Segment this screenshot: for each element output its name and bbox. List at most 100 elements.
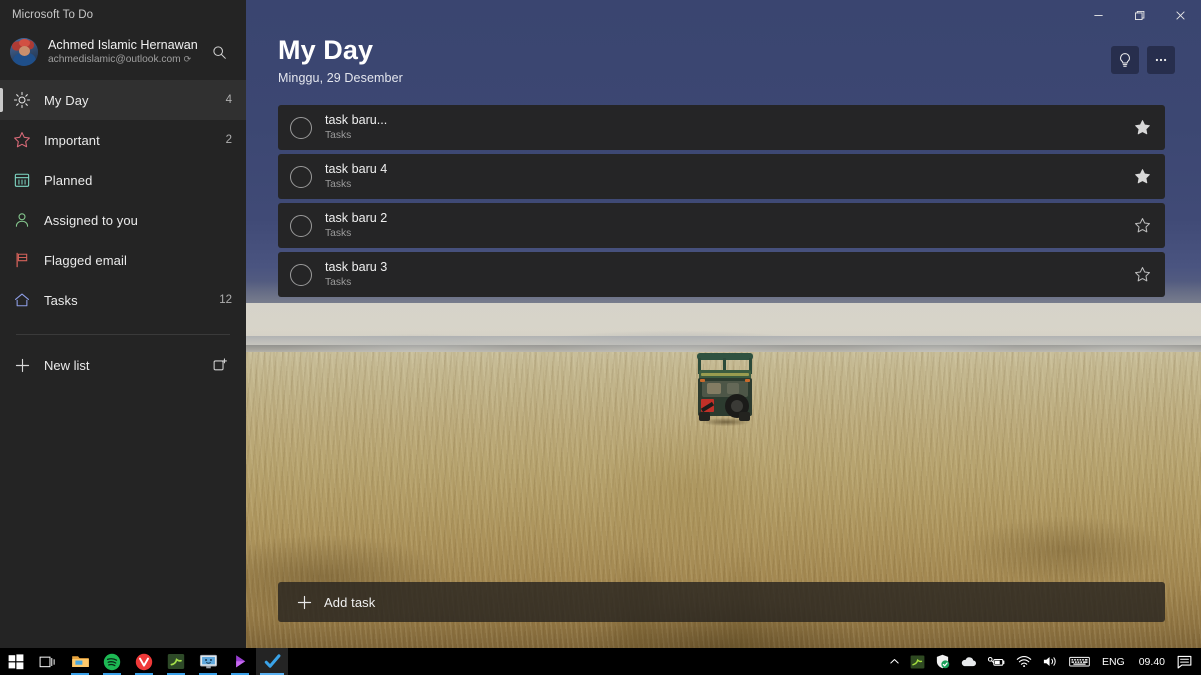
new-group-icon — [213, 358, 227, 371]
task-checkbox[interactable] — [290, 214, 312, 237]
account-name: Achmed Islamic Hernawan — [48, 38, 198, 53]
person-icon — [0, 211, 44, 229]
search-button[interactable] — [204, 37, 234, 67]
sidebar-item-label: Important — [44, 132, 100, 148]
clock[interactable]: 09.40 — [1132, 648, 1172, 675]
star-filled-icon — [1134, 120, 1150, 135]
sidebar-item-planned[interactable]: Planned — [0, 160, 246, 200]
account-email: achmedislamic@outlook.com ⟳ — [48, 54, 204, 66]
main-pane: My Day Minggu, 29 Desember task baru... … — [246, 0, 1201, 648]
task-view-icon — [39, 656, 55, 667]
window-controls — [1078, 0, 1201, 30]
minimize-button[interactable] — [1078, 0, 1119, 30]
task-important-toggle[interactable] — [1127, 113, 1157, 143]
sidebar-item-count: 2 — [225, 134, 232, 146]
spotify-icon — [103, 653, 121, 670]
sidebar-item-tasks[interactable]: Tasks 12 — [0, 280, 246, 320]
close-button[interactable] — [1160, 0, 1201, 30]
task-row[interactable]: task baru 4 Tasks — [278, 154, 1165, 199]
sidebar-item-count: 4 — [225, 94, 232, 106]
sun-icon — [0, 91, 44, 109]
security-tray-button[interactable] — [930, 648, 955, 675]
star-filled-icon — [1134, 169, 1150, 184]
screen: Microsoft To Do Achmed Islamic Hernawan … — [0, 0, 1201, 675]
language-indicator[interactable]: ENG — [1095, 648, 1132, 675]
onedrive-tray-button[interactable] — [955, 648, 982, 675]
lightbulb-icon — [1120, 53, 1130, 67]
vivaldi-button[interactable] — [128, 648, 160, 675]
keyboard-icon — [1069, 656, 1090, 667]
task-checkbox[interactable] — [290, 116, 312, 139]
task-title: task baru 2 — [325, 211, 388, 225]
task-row[interactable]: task baru 2 Tasks — [278, 203, 1165, 248]
star-icon — [0, 131, 44, 149]
system-tray: ENG 09.40 — [884, 648, 1201, 675]
account-text: Achmed Islamic Hernawan achmedislamic@ou… — [48, 38, 204, 65]
task-title: task baru 4 — [325, 162, 388, 176]
sidebar-item-assigned-to-you[interactable]: Assigned to you — [0, 200, 246, 240]
battery-icon — [987, 656, 1005, 666]
cloud-icon — [961, 657, 976, 667]
battery-tray-button[interactable] — [982, 648, 1011, 675]
monitor-app-button[interactable] — [192, 648, 224, 675]
search-icon — [212, 45, 226, 59]
star-outline-icon — [1134, 218, 1150, 233]
network-tray-button[interactable] — [1011, 648, 1037, 675]
vivaldi-icon — [135, 653, 153, 670]
suggestions-button[interactable] — [1111, 46, 1139, 74]
task-list-name: Tasks — [325, 276, 352, 288]
media-app-button[interactable] — [224, 648, 256, 675]
todo-check-icon — [264, 654, 280, 668]
jeep-illustration — [689, 352, 761, 432]
new-list-label: New list — [44, 357, 90, 373]
task-view-button[interactable] — [32, 648, 64, 675]
sync-icon: ⟳ — [183, 53, 192, 64]
speaker-icon — [1043, 657, 1056, 666]
purple-play-icon — [235, 655, 245, 668]
task-list-name: Tasks — [325, 178, 352, 190]
add-task-button[interactable]: Add task — [278, 582, 1165, 622]
task-important-toggle[interactable] — [1127, 260, 1157, 290]
notifications-button[interactable] — [1172, 648, 1197, 675]
sidebar-item-important[interactable]: Important 2 — [0, 120, 246, 160]
account-email-text: achmedislamic@outlook.com — [48, 53, 181, 65]
task-list-name: Tasks — [325, 129, 352, 141]
sidebar-item-flagged-email[interactable]: Flagged email — [0, 240, 246, 280]
task-text: task baru 3 Tasks — [325, 260, 1127, 289]
close-icon — [1176, 10, 1185, 20]
new-list-button[interactable]: New list — [0, 345, 246, 385]
task-row[interactable]: task baru 3 Tasks — [278, 252, 1165, 297]
sidebar-item-my-day[interactable]: My Day 4 — [0, 80, 246, 120]
start-button[interactable] — [0, 648, 32, 675]
task-important-toggle[interactable] — [1127, 211, 1157, 241]
windows-logo-icon — [8, 653, 24, 669]
folder-icon — [71, 656, 89, 667]
chevron-up-icon — [890, 658, 899, 664]
nvidia-tray-button[interactable] — [905, 648, 930, 675]
task-checkbox[interactable] — [290, 263, 312, 286]
task-important-toggle[interactable] — [1127, 162, 1157, 192]
sidebar-item-label: Assigned to you — [44, 212, 139, 228]
task-row[interactable]: task baru... Tasks — [278, 105, 1165, 150]
windows-taskbar: ENG 09.40 — [0, 648, 1201, 675]
microsoft-todo-button[interactable] — [256, 648, 288, 675]
spotify-button[interactable] — [96, 648, 128, 675]
restore-button[interactable] — [1119, 0, 1160, 30]
page-subtitle: Minggu, 29 Desember — [278, 70, 403, 85]
account-row[interactable]: Achmed Islamic Hernawan achmedislamic@ou… — [0, 30, 246, 74]
volume-tray-button[interactable] — [1037, 648, 1064, 675]
task-checkbox[interactable] — [290, 165, 312, 188]
avatar[interactable] — [10, 38, 38, 66]
more-options-button[interactable] — [1147, 46, 1175, 74]
green-app-button[interactable] — [160, 648, 192, 675]
keyboard-tray-button[interactable] — [1064, 648, 1095, 675]
task-list-name: Tasks — [325, 227, 352, 239]
todo-window: Microsoft To Do Achmed Islamic Hernawan … — [0, 0, 1201, 648]
task-text: task baru 4 Tasks — [325, 162, 1127, 191]
file-explorer-button[interactable] — [64, 648, 96, 675]
sidebar-item-label: Tasks — [44, 292, 78, 308]
tray-expand-button[interactable] — [884, 648, 905, 675]
new-group-button[interactable] — [206, 351, 234, 379]
wifi-icon — [1016, 655, 1032, 668]
task-text: task baru... Tasks — [325, 113, 1127, 142]
